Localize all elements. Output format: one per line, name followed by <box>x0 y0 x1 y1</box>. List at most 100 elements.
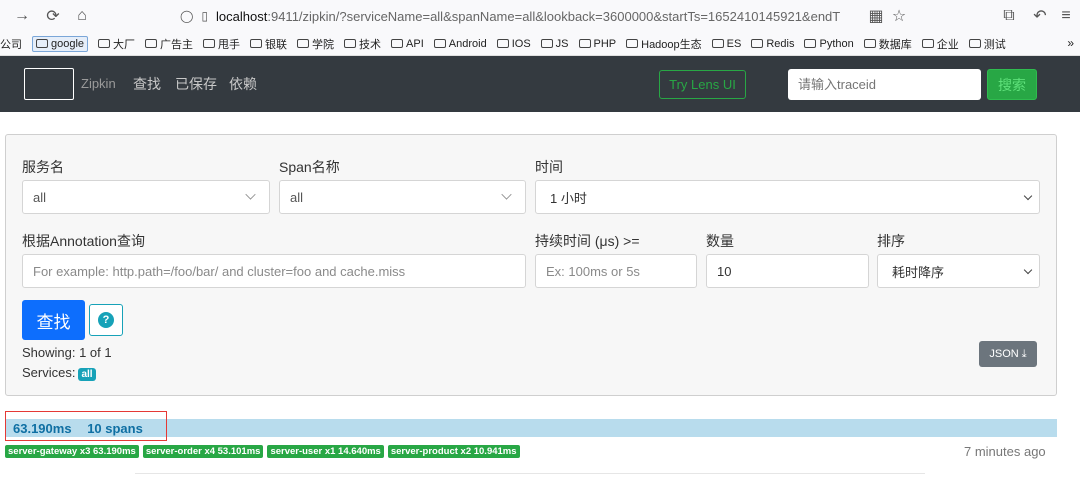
sort-label: 排序 <box>877 233 905 249</box>
services-badge[interactable]: all <box>78 368 96 381</box>
folder-icon <box>751 39 764 48</box>
url-path: :9411/zipkin/?serviceName=all&spanName=a… <box>267 8 841 24</box>
share-icon[interactable]: ↶ <box>1028 4 1052 28</box>
trace-duration: 63.190ms <box>13 421 72 436</box>
bookmark-item[interactable]: Android <box>433 37 487 50</box>
bookmark-item[interactable]: 银联 <box>250 36 287 52</box>
sort-value: 耗时降序 <box>892 264 945 280</box>
bookmark-label: Python <box>819 37 854 50</box>
bookmark-label: PHP <box>593 37 617 50</box>
more-bookmarks-icon[interactable]: » <box>1067 36 1074 50</box>
zipkin-navbar: Zipkin 查找 已保存 依赖 Try Lens UI 搜索 <box>0 56 1080 112</box>
annotation-label: 根据Annotation查询 <box>22 233 145 249</box>
chevron-down-icon <box>245 189 256 200</box>
menu-icon[interactable]: ≡ <box>1054 4 1078 28</box>
bookmark-label: 公司 <box>0 38 22 51</box>
qr-code-icon[interactable]: ▦ <box>864 4 888 28</box>
folder-icon <box>804 39 817 48</box>
span-value: all <box>290 189 304 205</box>
folder-icon <box>626 39 639 48</box>
trace-span-count: 10 spans <box>87 421 143 436</box>
home-icon[interactable]: ⌂ <box>70 4 94 28</box>
bookmark-item[interactable]: 大厂 <box>98 36 135 52</box>
trace-summary[interactable]: 63.190ms 10 spans <box>13 421 143 436</box>
bookmark-item[interactable]: 学院 <box>297 36 334 52</box>
folder-icon <box>968 39 981 48</box>
nav-link-saved[interactable]: 已保存 <box>175 74 217 94</box>
time-select[interactable]: 1 小时 <box>535 180 1040 214</box>
find-button[interactable]: 查找 <box>22 300 85 340</box>
folder-icon <box>203 39 216 48</box>
bookmark-item[interactable]: Hadoop生态 <box>626 36 702 52</box>
service-select[interactable]: all <box>22 180 270 214</box>
limit-input[interactable]: 10 <box>706 254 869 288</box>
address-bar[interactable]: ◯ ▯ localhost :9411/zipkin/?serviceName=… <box>180 3 910 29</box>
annotation-input[interactable]: For example: http.path=/foo/bar/ and clu… <box>22 254 526 288</box>
bookmark-item[interactable]: 甩手 <box>203 36 240 52</box>
span-select[interactable]: all <box>279 180 526 214</box>
annotation-placeholder: For example: http.path=/foo/bar/ and clu… <box>33 263 406 279</box>
service-tag-product: server-product x2 10.941ms <box>387 445 520 458</box>
bookmark-item[interactable]: ES <box>711 38 741 50</box>
duration-input[interactable]: Ex: 100ms or 5s <box>535 254 697 288</box>
folder-icon <box>250 39 263 48</box>
bookmark-item[interactable]: Python <box>804 37 854 50</box>
bookmark-item[interactable]: API <box>391 38 424 50</box>
extensions-icon[interactable]: ⧉ <box>997 4 1021 28</box>
service-tag-user: server-user x1 14.640ms <box>267 445 384 458</box>
limit-label: 数量 <box>706 233 734 249</box>
service-tags: server-gateway x3 63.190ms server-order … <box>5 445 524 458</box>
limit-value: 10 <box>717 263 732 279</box>
bookmark-label: 甩手 <box>218 38 241 51</box>
folder-icon <box>36 39 48 48</box>
brand-name[interactable]: Zipkin <box>81 76 116 91</box>
bookmark-label: Android <box>448 37 487 50</box>
folder-icon <box>921 39 934 48</box>
bookmark-label: 银联 <box>265 38 288 51</box>
help-button[interactable]: ? <box>89 304 123 336</box>
time-label: 时间 <box>535 159 563 175</box>
bookmark-label: IOS <box>511 37 531 50</box>
sort-select[interactable]: 耗时降序 <box>877 254 1040 288</box>
search-button[interactable]: 搜索 <box>987 69 1037 100</box>
bookmark-item[interactable]: JS <box>540 37 569 50</box>
folder-icon <box>145 39 158 48</box>
bookmark-item[interactable]: PHP <box>578 37 617 50</box>
bookmark-item[interactable]: 技术 <box>344 36 381 52</box>
star-icon[interactable]: ☆ <box>887 4 911 28</box>
bookmark-label: JS <box>555 37 569 50</box>
zipkin-logo[interactable] <box>24 68 74 100</box>
bookmark-item[interactable]: 广告主 <box>145 36 193 52</box>
bookmark-label: 广告主 <box>160 38 194 51</box>
page-icon: ▯ <box>201 9 209 23</box>
json-download-button[interactable]: JSON ⤓ <box>979 341 1037 367</box>
browser-toolbar: → ⟳ ⌂ ◯ ▯ localhost :9411/zipkin/?servic… <box>0 0 1080 32</box>
bookmark-item[interactable]: 测试 <box>968 36 1006 52</box>
traceid-input[interactable] <box>788 69 981 100</box>
nav-link-dependencies[interactable]: 依赖 <box>229 74 257 94</box>
url-host: localhost <box>216 8 268 24</box>
bookmark-label: Hadoop生态 <box>641 38 702 51</box>
bookmark-item[interactable]: google <box>32 35 89 52</box>
bookmark-item[interactable]: IOS <box>496 37 531 50</box>
forward-icon[interactable]: → <box>10 4 34 28</box>
span-label: Span名称 <box>279 159 340 175</box>
folder-icon <box>578 39 591 48</box>
showing-count: Showing: 1 of 1 <box>22 345 112 360</box>
bookmark-label: 企业 <box>936 38 959 51</box>
bookmark-label: Redis <box>766 37 795 50</box>
reload-icon[interactable]: ⟳ <box>41 4 65 28</box>
try-lens-button[interactable]: Try Lens UI <box>659 70 746 99</box>
services-label: Services: <box>22 365 76 380</box>
bookmark-label: API <box>406 37 424 50</box>
service-tag-order: server-order x4 53.101ms <box>142 445 264 458</box>
bookmark-item[interactable]: Redis <box>751 38 794 50</box>
chevron-down-icon <box>501 189 512 200</box>
duration-label: 持续时间 (μs) >= <box>535 233 640 249</box>
download-icon: ⤓ <box>1021 347 1027 360</box>
bookmark-item[interactable]: 数据库 <box>863 36 912 52</box>
services-row: Services: all <box>22 365 96 381</box>
nav-link-find[interactable]: 查找 <box>133 74 161 94</box>
bookmark-item[interactable]: 企业 <box>921 36 959 52</box>
bookmark-item[interactable]: 公司 <box>0 36 22 52</box>
